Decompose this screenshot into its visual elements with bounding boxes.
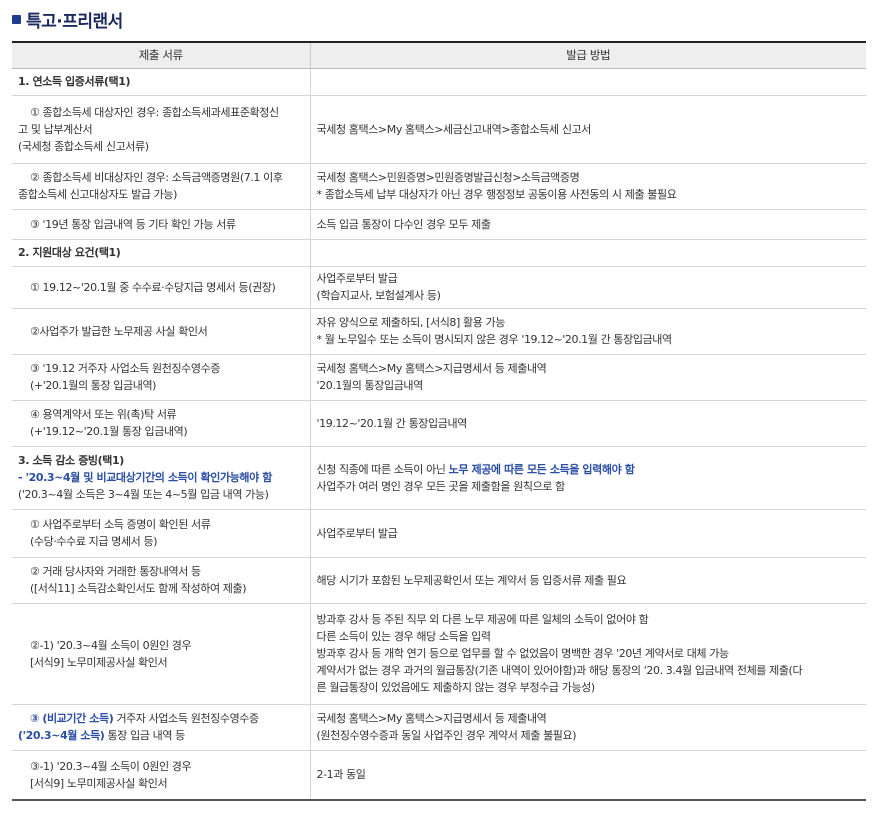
table-header-row: 제출 서류 발급 방법: [12, 41, 866, 69]
table-cell: ②-1) '20.3~4월 소득이 0원인 경우 [서식9] 노무미제공사실 확…: [12, 603, 310, 705]
table-cell: 사업주로부터 발급 (학습지교사, 보험설계사 등): [309, 266, 866, 309]
page-title-row: 특고·프리랜서: [12, 6, 123, 32]
table-cell: 국세청 홈택스>민원증명>민원증명발급신청>소득금액증명 * 종합소득세 납부 …: [309, 163, 866, 210]
table-cell: ① 19.12~'20.1월 중 수수료·수당지급 명세서 등(권장): [12, 266, 310, 309]
table-row: ② 종합소득세 비대상자인 경우: 소득금액증명원(7.1 이후 종합소득세 신…: [12, 163, 866, 210]
table-cell: ② 종합소득세 비대상자인 경우: 소득금액증명원(7.1 이후 종합소득세 신…: [12, 163, 310, 210]
table-cell: [309, 68, 866, 96]
table-row: ① 종합소득세 대상자인 경우: 종합소득세과세표준확정신 고 및 납부계산서 …: [12, 95, 866, 164]
page: 특고·프리랜서 제출 서류 발급 방법 1. 연소득 입증서류(택1) ① 종합…: [0, 0, 886, 820]
square-bullet-icon: [12, 14, 21, 24]
table-cell: 3. 소득 감소 증빙(택1) - '20.3~4월 및 비교대상기간의 소득이…: [12, 446, 310, 510]
table-row: ③-1) '20.3~4월 소득이 0원인 경우 [서식9] 노무미제공사실 확…: [12, 750, 866, 801]
table-cell: 소득 입금 통장이 다수인 경우 모두 제출: [309, 209, 866, 240]
table-row: ④ 용역계약서 또는 위(촉)탁 서류 (+'19.12~'20.1월 통장 입…: [12, 400, 866, 447]
section-heading: 2. 지원대상 요건(택1): [12, 239, 310, 267]
table-row: ① 사업주로부터 소득 증명이 확인된 서류 (수당·수수료 지급 명세서 등)…: [12, 509, 866, 558]
table-cell: ③ '19.12 거주자 사업소득 원천징수영수증 (+'20.1월의 통장 입…: [12, 354, 310, 401]
table-row: ② 거래 당사자와 거래한 통장내역서 등 ([서식11] 소득감소확인서도 함…: [12, 557, 866, 604]
table-cell: ②사업주가 발급한 노무제공 사실 확인서: [12, 308, 310, 355]
table-cell: ③ (비교기간 소득) 거주자 사업소득 원천징수영수증 ('20.3~4월 소…: [12, 704, 310, 751]
table-row: ②사업주가 발급한 노무제공 사실 확인서 자유 양식으로 제출하되, [서식8…: [12, 308, 866, 355]
table-cell: ④ 용역계약서 또는 위(촉)탁 서류 (+'19.12~'20.1월 통장 입…: [12, 400, 310, 447]
table-cell: [309, 239, 866, 267]
section-heading: 1. 연소득 입증서류(택1): [12, 68, 310, 96]
documents-table: 제출 서류 발급 방법 1. 연소득 입증서류(택1) ① 종합소득세 대상자인…: [12, 41, 866, 801]
table-cell: 국세청 홈택스>My 홈택스>지급명세서 등 제출내역 (원천징수영수증과 동일…: [309, 704, 866, 751]
header-documents: 제출 서류: [12, 41, 310, 69]
table-row: ③ (비교기간 소득) 거주자 사업소득 원천징수영수증 ('20.3~4월 소…: [12, 704, 866, 751]
header-issue-method: 발급 방법: [309, 41, 866, 69]
table-cell: 해당 시기가 포함된 노무제공확인서 또는 계약서 등 입증서류 제출 필요: [309, 557, 866, 604]
table-row: ②-1) '20.3~4월 소득이 0원인 경우 [서식9] 노무미제공사실 확…: [12, 603, 866, 705]
table-cell: 자유 양식으로 제출하되, [서식8] 활용 가능 * 월 노무일수 또는 소득…: [309, 308, 866, 355]
table-cell: ③-1) '20.3~4월 소득이 0원인 경우 [서식9] 노무미제공사실 확…: [12, 750, 310, 801]
table-row: ③ '19.12 거주자 사업소득 원천징수영수증 (+'20.1월의 통장 입…: [12, 354, 866, 401]
table-cell: 국세청 홈택스>My 홈택스>세금신고내역>종합소득세 신고서: [309, 95, 866, 164]
table-row: ① 19.12~'20.1월 중 수수료·수당지급 명세서 등(권장) 사업주로…: [12, 266, 866, 309]
table-cell: '19.12~'20.1월 간 통장입금내역: [309, 400, 866, 447]
table-cell: ② 거래 당사자와 거래한 통장내역서 등 ([서식11] 소득감소확인서도 함…: [12, 557, 310, 604]
table-cell: 사업주로부터 발급: [309, 509, 866, 558]
table-cell: ③ '19년 통장 입금내역 등 기타 확인 가능 서류: [12, 209, 310, 240]
table-cell: 2-1과 동일: [309, 750, 866, 801]
table-row: 2. 지원대상 요건(택1): [12, 239, 866, 267]
table-cell: 방과후 강사 등 주된 직무 외 다른 노무 제공에 따른 일체의 소득이 없어…: [309, 603, 866, 705]
table-cell: 국세청 홈택스>My 홈택스>지급명세서 등 제출내역 '20.1월의 통장입금…: [309, 354, 866, 401]
table-cell: ① 사업주로부터 소득 증명이 확인된 서류 (수당·수수료 지급 명세서 등): [12, 509, 310, 558]
page-title: 특고·프리랜서: [26, 11, 123, 32]
table-row: 1. 연소득 입증서류(택1): [12, 68, 866, 96]
table-cell: ① 종합소득세 대상자인 경우: 종합소득세과세표준확정신 고 및 납부계산서 …: [12, 95, 310, 164]
table-row: ③ '19년 통장 입금내역 등 기타 확인 가능 서류 소득 입금 통장이 다…: [12, 209, 866, 240]
table-cell: 신청 직종에 따른 소득이 아닌 노무 제공에 따른 모든 소득을 입력해야 함…: [309, 446, 866, 510]
table-row: 3. 소득 감소 증빙(택1) - '20.3~4월 및 비교대상기간의 소득이…: [12, 446, 866, 510]
